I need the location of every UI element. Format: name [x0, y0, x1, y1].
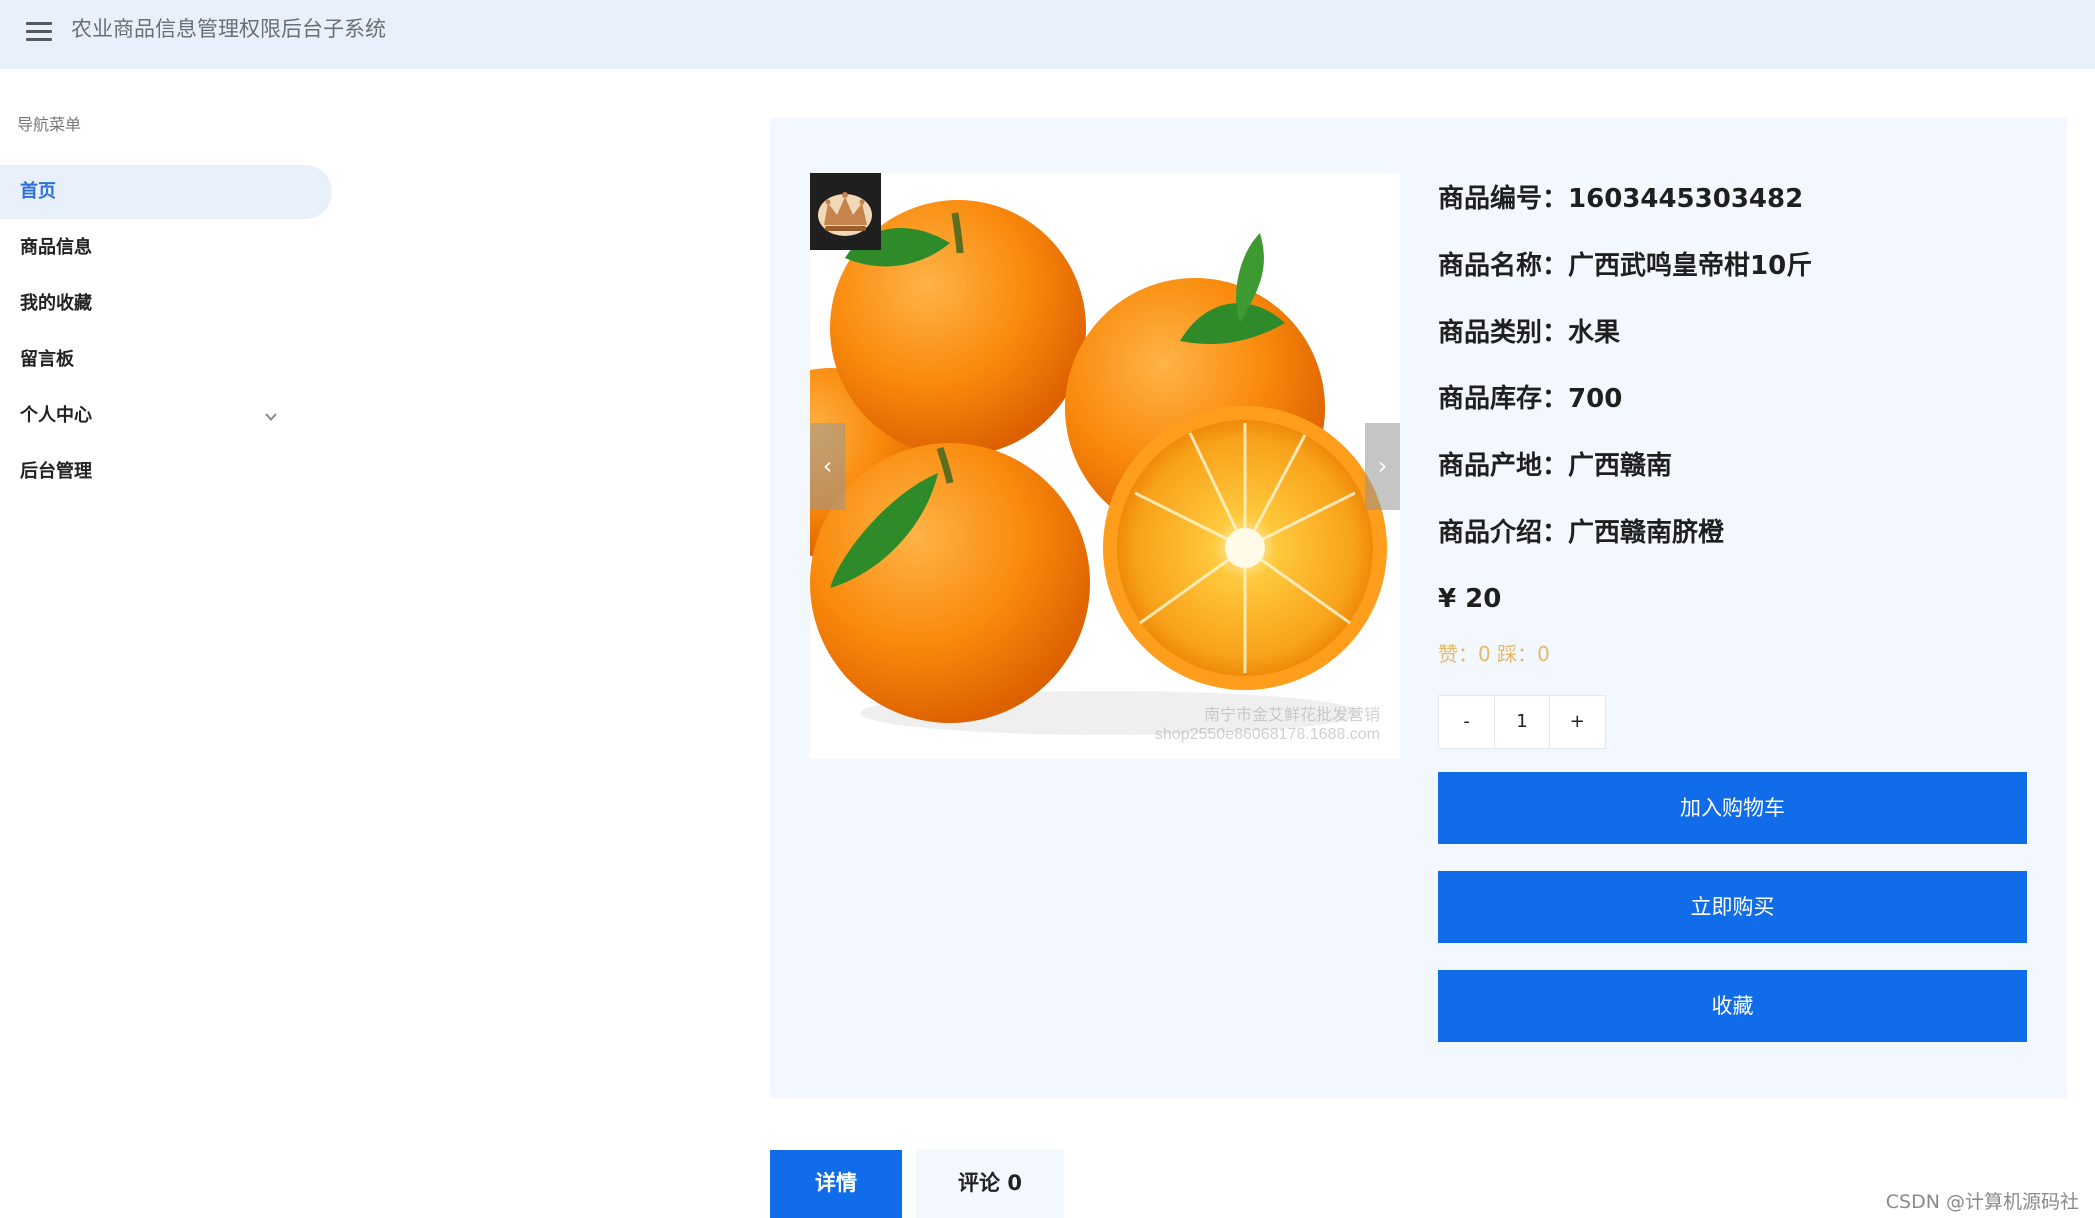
csdn-watermark: CSDN @计算机源码社 [1885, 1191, 2079, 1213]
menu-icon[interactable] [26, 22, 52, 42]
sidebar-item-label: 个人中心 [20, 405, 92, 426]
sidebar-item-label: 首页 [20, 181, 56, 202]
product-stock-row: 商品库存：700 [1438, 381, 1622, 417]
product-id-row: 商品编号：1603445303482 [1438, 181, 1803, 217]
crown-icon [810, 173, 881, 250]
field-value: 水果 [1568, 318, 1621, 348]
field-value: 广西武鸣皇帝柑10斤 [1568, 251, 1813, 281]
field-value: 广西赣南 [1568, 451, 1673, 481]
product-origin-row: 商品产地：广西赣南 [1438, 448, 1672, 484]
carousel-next-button[interactable]: › [1365, 423, 1400, 510]
field-label: 商品编号： [1438, 184, 1569, 214]
sidebar-item-label: 后台管理 [20, 461, 92, 482]
product-image-carousel[interactable]: ‹ › 南宁市金艾鲜花批发营销 shop2550e86068178.1688.c… [810, 173, 1400, 759]
chevron-down-icon [265, 413, 277, 421]
sidebar-item-favorites[interactable]: 我的收藏 [0, 277, 332, 331]
quantity-stepper: - 1 + [1438, 695, 1606, 749]
field-label: 商品介绍： [1438, 518, 1569, 548]
field-label: 商品类别： [1438, 318, 1569, 348]
sidebar-item-home[interactable]: 首页 [0, 165, 332, 219]
field-label: 商品库存： [1438, 384, 1569, 414]
orange-product-image [810, 200, 1387, 735]
product-category-row: 商品类别：水果 [1438, 315, 1620, 351]
quantity-input[interactable]: 1 [1494, 696, 1550, 748]
top-bar: 农业商品信息管理权限后台子系统 [0, 0, 2095, 69]
quantity-decrease-button[interactable]: - [1439, 696, 1494, 748]
sidebar-item-admin[interactable]: 后台管理 [0, 445, 332, 499]
field-value: 广西赣南脐橙 [1568, 518, 1725, 548]
app-title: 农业商品信息管理权限后台子系统 [71, 17, 386, 41]
nav-heading: 导航菜单 [17, 115, 82, 134]
field-value: 700 [1568, 384, 1623, 414]
field-label: 商品产地： [1438, 451, 1569, 481]
image-watermark-text: 南宁市金艾鲜花批发营销 [1203, 707, 1380, 724]
sidebar-item-products[interactable]: 商品信息 [0, 221, 332, 275]
tab-detail[interactable]: 详情 [770, 1150, 902, 1218]
likes-dislikes-text: 赞：0 踩：0 [1438, 642, 1550, 666]
sidebar-item-personal-center[interactable]: 个人中心 [0, 389, 332, 443]
sidebar-item-label: 商品信息 [20, 237, 92, 258]
field-value: 1603445303482 [1568, 184, 1804, 214]
buy-now-button[interactable]: 立即购买 [1438, 871, 2027, 943]
product-panel: ‹ › 南宁市金艾鲜花批发营销 shop2550e86068178.1688.c… [770, 118, 2067, 1098]
favorite-button[interactable]: 收藏 [1438, 970, 2027, 1042]
tab-comments[interactable]: 评论 0 [916, 1150, 1064, 1218]
image-watermark-url: shop2550e86068178.1688.com [1154, 726, 1380, 743]
sidebar-item-label: 我的收藏 [20, 293, 92, 314]
product-intro-row: 商品介绍：广西赣南脐橙 [1438, 515, 1724, 551]
carousel-prev-button[interactable]: ‹ [810, 423, 845, 510]
product-price: ¥ 20 [1438, 584, 1502, 614]
field-label: 商品名称： [1438, 251, 1569, 281]
add-to-cart-button[interactable]: 加入购物车 [1438, 772, 2027, 844]
sidebar-item-messages[interactable]: 留言板 [0, 333, 332, 387]
quantity-increase-button[interactable]: + [1550, 696, 1605, 748]
product-name-row: 商品名称：广西武鸣皇帝柑10斤 [1438, 248, 1812, 284]
sidebar-item-label: 留言板 [20, 349, 74, 370]
